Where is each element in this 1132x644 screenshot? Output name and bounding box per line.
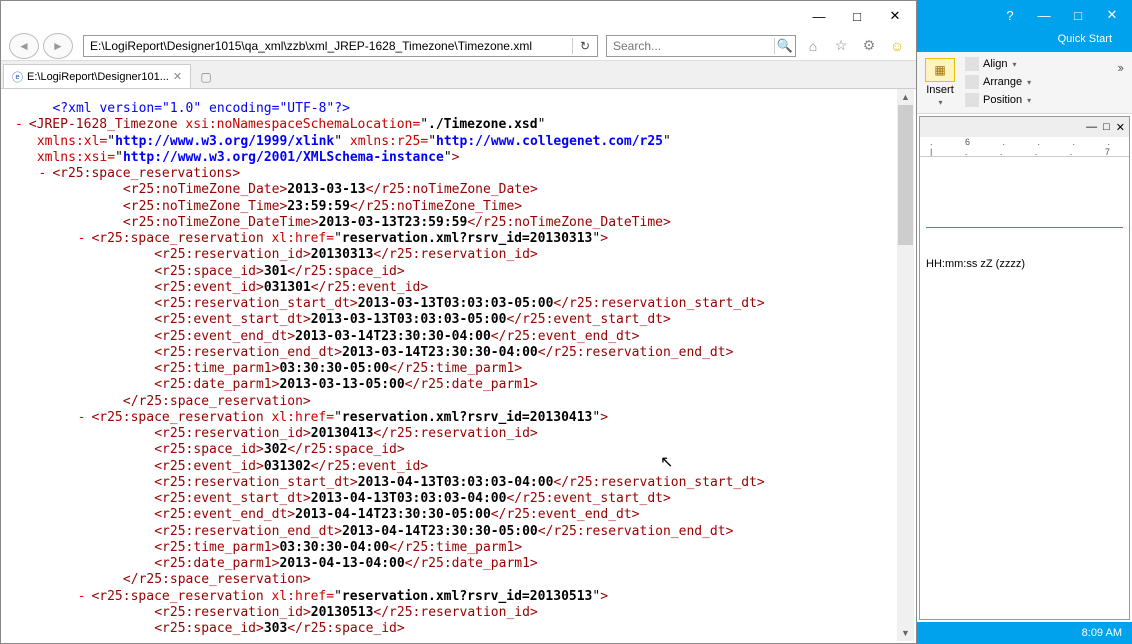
field-format-text[interactable]: HH:mm:ss zZ (zzzz) — [926, 258, 1123, 270]
tab-title: E:\LogiReport\Designer101... — [27, 71, 169, 83]
maximize-icon[interactable]: □ — [1062, 3, 1094, 27]
chevron-down-icon: ▾ — [1027, 78, 1031, 87]
doc-minimize-icon[interactable]: — — [1086, 121, 1097, 133]
scroll-up-icon[interactable]: ▲ — [897, 89, 914, 105]
position-icon — [965, 93, 979, 107]
close-icon[interactable]: ✕ — [1096, 3, 1128, 27]
close-icon[interactable]: ✕ — [876, 2, 914, 30]
align-icon — [965, 57, 979, 71]
ruler: . 6 . . . . | . . . . 7 — [920, 137, 1129, 157]
insert-button[interactable]: ▦ Insert ▾ — [923, 56, 957, 109]
tab-strip: ⓔ E:\LogiReport\Designer101... ✕ ▢ — [1, 61, 916, 89]
insert-label: Insert — [926, 84, 954, 96]
address-input[interactable] — [84, 36, 572, 56]
position-button[interactable]: Position▾ — [963, 92, 1033, 108]
maximize-icon[interactable]: □ — [838, 2, 876, 30]
chevron-down-icon: ▾ — [1012, 60, 1016, 69]
document-area: — □ ✕ . 6 . . . . | . . . . 7 HH:mm:ss z… — [919, 116, 1130, 620]
back-button[interactable]: ◄ — [9, 33, 39, 59]
scroll-down-icon[interactable]: ▼ — [897, 625, 914, 641]
doc-canvas[interactable]: HH:mm:ss zZ (zzzz) — [920, 157, 1129, 619]
ie-browser-window: — □ ✕ ◄ ► ↻ 🔍 ⌂ ☆ ⚙ ☺ ⓔ E:\LogiReport\De… — [0, 0, 917, 644]
search-input[interactable] — [607, 36, 774, 56]
new-tab-icon[interactable]: ▢ — [195, 66, 217, 88]
xml-tree-view[interactable]: <?xml version="1.0" encoding="UTF-8"?>-<… — [3, 89, 897, 641]
search-container: 🔍 — [606, 35, 796, 57]
smiley-icon[interactable]: ☺ — [886, 35, 908, 57]
browser-toolbar: ◄ ► ↻ 🔍 ⌂ ☆ ⚙ ☺ — [1, 31, 916, 61]
tab-xml-file[interactable]: ⓔ E:\LogiReport\Designer101... ✕ — [3, 64, 191, 88]
arrange-button[interactable]: Arrange▾ — [963, 74, 1033, 90]
ie-logo-icon: ⓔ — [12, 69, 23, 85]
content-viewport: <?xml version="1.0" encoding="UTF-8"?>-<… — [3, 89, 914, 641]
tools-icon[interactable]: ⚙ — [858, 35, 880, 57]
search-icon[interactable]: 🔍 — [775, 36, 795, 56]
insert-icon: ▦ — [925, 58, 955, 82]
favorites-icon[interactable]: ☆ — [830, 35, 852, 57]
designer-app-window: ? — □ ✕ Quick Start ▦ Insert ▾ Align▾ Ar… — [917, 0, 1132, 644]
align-button[interactable]: Align▾ — [963, 56, 1033, 72]
app-titlebar: ? — □ ✕ — [917, 0, 1132, 30]
vertical-scrollbar[interactable]: ▲ ▼ — [897, 89, 914, 641]
minimize-icon[interactable]: — — [800, 2, 838, 30]
statusbar: 8:09 AM — [917, 622, 1132, 644]
browser-titlebar: — □ ✕ — [1, 1, 916, 31]
arrange-icon — [965, 75, 979, 89]
doc-close-icon[interactable]: ✕ — [1116, 121, 1125, 134]
addressbar-container: ↻ — [83, 35, 598, 57]
home-icon[interactable]: ⌂ — [802, 35, 824, 57]
scroll-thumb[interactable] — [898, 105, 913, 245]
chevron-down-icon: ▾ — [938, 98, 942, 107]
doc-titlebar: — □ ✕ — [920, 117, 1129, 137]
tab-close-icon[interactable]: ✕ — [173, 70, 182, 83]
ribbon: ▦ Insert ▾ Align▾ Arrange▾ Position▾ ›› — [917, 52, 1132, 114]
quick-start-label[interactable]: Quick Start — [917, 30, 1132, 52]
ribbon-overflow-icon[interactable]: ›› — [1113, 56, 1126, 79]
minimize-icon[interactable]: — — [1028, 3, 1060, 27]
forward-button[interactable]: ► — [43, 33, 73, 59]
doc-maximize-icon[interactable]: □ — [1103, 121, 1110, 133]
help-icon[interactable]: ? — [994, 3, 1026, 27]
chevron-down-icon: ▾ — [1027, 96, 1031, 105]
clock: 8:09 AM — [1082, 627, 1122, 639]
refresh-icon[interactable]: ↻ — [573, 36, 597, 56]
section-divider — [926, 227, 1123, 228]
